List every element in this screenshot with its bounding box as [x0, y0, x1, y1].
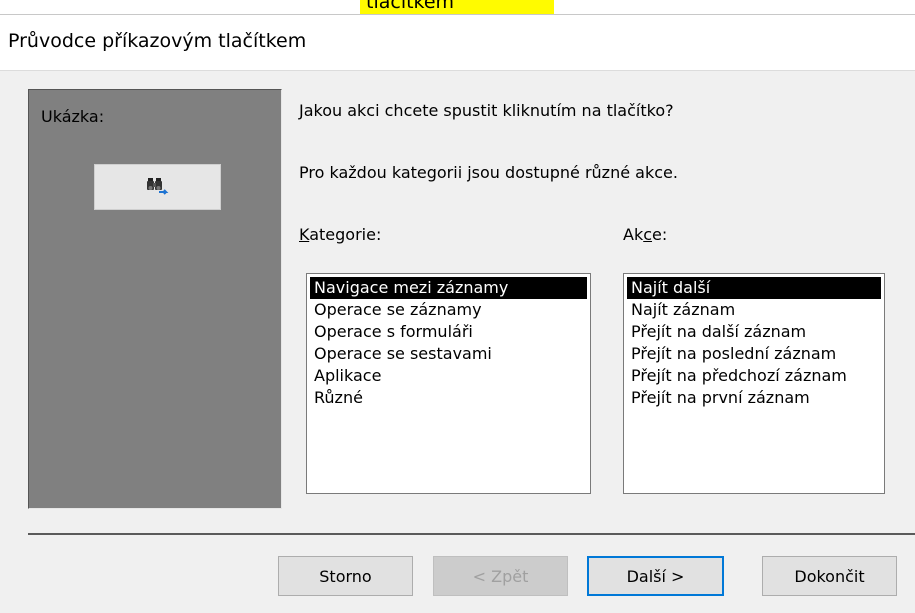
back-button[interactable]: < Zpět — [433, 556, 568, 596]
dialog-title: Průvodce příkazovým tlačítkem — [8, 30, 307, 52]
actions-list[interactable]: Najít další Najít záznam Přejít na další… — [623, 273, 885, 494]
categories-label-rest: ategorie: — [309, 225, 382, 244]
category-item[interactable]: Navigace mezi záznamy — [310, 277, 587, 299]
next-button[interactable]: Další > — [587, 556, 724, 596]
categories-label-accesskey: K — [299, 225, 310, 244]
actions-label-rest: e: — [652, 225, 668, 244]
action-item[interactable]: Najít záznam — [627, 299, 881, 321]
actions-label: Akce: — [623, 225, 667, 244]
category-item[interactable]: Operace s formuláři — [310, 321, 587, 343]
cancel-button[interactable]: Storno — [278, 556, 413, 596]
category-item[interactable]: Aplikace — [310, 365, 587, 387]
categories-label: Kategorie: — [299, 225, 381, 244]
highlighted-text-fragment: tlačítkem — [360, 0, 554, 14]
preview-button — [94, 164, 221, 210]
preview-panel: Ukázka: — [28, 89, 282, 509]
info-text: Pro každou kategorii jsou dostupné různé… — [299, 163, 678, 182]
category-item[interactable]: Operace se sestavami — [310, 343, 587, 365]
separator — [28, 533, 915, 535]
action-item[interactable]: Přejít na předchozí záznam — [627, 365, 881, 387]
categories-list[interactable]: Navigace mezi záznamy Operace se záznamy… — [306, 273, 591, 494]
actions-label-part1: Ak — [623, 225, 644, 244]
action-item[interactable]: Přejít na poslední záznam — [627, 343, 881, 365]
finish-button[interactable]: Dokončit — [762, 556, 897, 596]
action-item[interactable]: Přejít na další záznam — [627, 321, 881, 343]
action-item[interactable]: Najít další — [627, 277, 881, 299]
binoculars-icon — [146, 178, 168, 195]
category-item[interactable]: Různé — [310, 387, 587, 409]
action-item[interactable]: Přejít na první záznam — [627, 387, 881, 409]
title-bar: Průvodce příkazovým tlačítkem — [0, 15, 915, 71]
preview-label: Ukázka: — [41, 107, 105, 126]
highlighted-text: tlačítkem — [366, 0, 455, 13]
category-item[interactable]: Operace se záznamy — [310, 299, 587, 321]
actions-label-accesskey: c — [643, 225, 653, 244]
command-button-wizard-dialog: Průvodce příkazovým tlačítkem Ukázka: Ja… — [0, 14, 915, 613]
question-text: Jakou akci chcete spustit kliknutím na t… — [299, 101, 674, 120]
